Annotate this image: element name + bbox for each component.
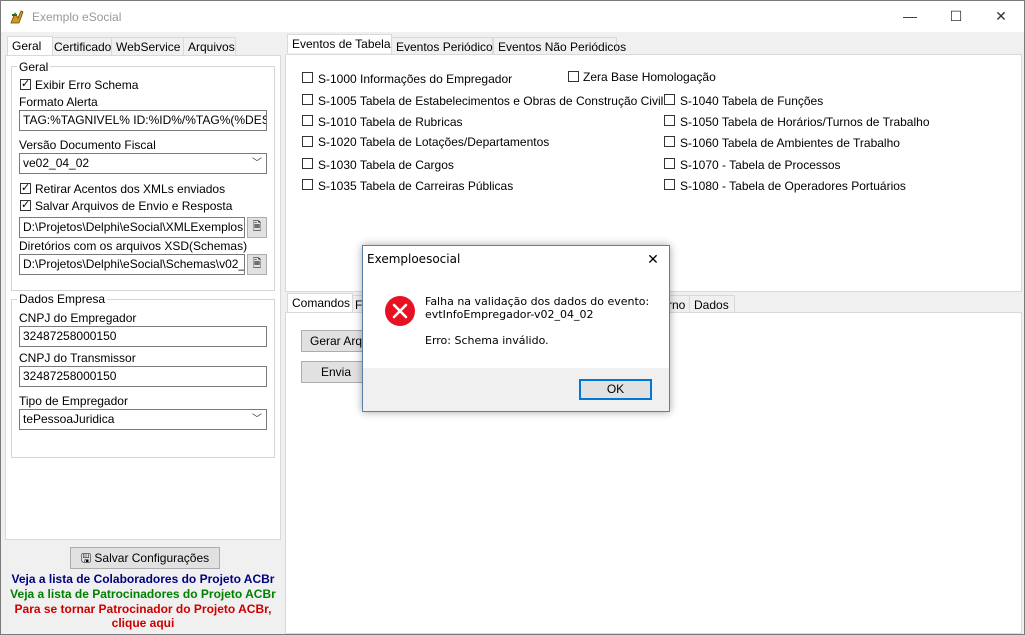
error-icon [385, 296, 415, 326]
enviar-button[interactable]: Envia [301, 361, 371, 383]
formato-alerta-input[interactable]: TAG:%TAGNIVEL% ID:%ID%/%TAG%(%DESCRICAO%… [19, 110, 267, 131]
evento-label-s1000: S-1000 Informações do Empregador [318, 72, 513, 86]
salvar-configuracoes-label: Salvar Configurações [94, 551, 210, 565]
evento-label-s1020: S-1020 Tabela de Lotações/Departamentos [318, 135, 550, 149]
minimize-button[interactable]: — [887, 1, 933, 32]
evento-checkbox-s1050[interactable] [664, 115, 675, 126]
evento-label-s1080: S-1080 - Tabela de Operadores Portuários [680, 179, 906, 193]
exibir-erro-label: Exibir Erro Schema [35, 78, 139, 92]
window-title: Exemplo eSocial [32, 10, 122, 24]
zera-base-label: Zera Base Homologação [583, 70, 716, 84]
evento-checkbox-s1005[interactable] [302, 94, 313, 105]
retirar-acentos-checkbox[interactable] [20, 181, 31, 194]
evento-checkbox-s1035[interactable] [302, 179, 313, 190]
zera-base-checkbox[interactable] [568, 71, 579, 82]
tab-certificado[interactable]: Certificado [49, 37, 114, 56]
tipo-empregador-select[interactable]: tePessoaJuridica ﹀ [19, 409, 267, 430]
dialog-close-button[interactable]: ✕ [643, 249, 663, 269]
salvar-arquivos-label: Salvar Arquivos de Envio e Resposta [35, 199, 233, 213]
tab-eventos-tabela[interactable]: Eventos de Tabela [287, 34, 392, 53]
link-patrocinadores[interactable]: Veja a lista de Patrocinadores do Projet… [5, 587, 281, 601]
formato-alerta-label: Formato Alerta [19, 95, 98, 109]
xsd-browse-button[interactable]: 🗎 [247, 254, 267, 275]
folder-icon: 🗎 [252, 221, 262, 233]
chevron-down-icon: ﹀ [252, 158, 262, 169]
chevron-down-icon: ﹀ [252, 414, 262, 425]
evento-checkbox-s1010[interactable] [302, 115, 313, 126]
path-input[interactable]: D:\Projetos\Delphi\eSocial\XMLExemplos [19, 217, 245, 238]
versao-select[interactable]: ve02_04_02 ﹀ [19, 153, 267, 174]
maximize-icon: ☐ [949, 8, 963, 24]
dialog-title: Exemploesocial [367, 252, 461, 266]
evento-label-s1070: S-1070 - Tabela de Processos [680, 158, 841, 172]
evento-label-s1060: S-1060 Tabela de Ambientes de Trabalho [680, 136, 900, 150]
empresa-group-title: Dados Empresa [17, 292, 108, 306]
evento-label-s1040: S-1040 Tabela de Funções [680, 94, 824, 108]
folder-icon: 🗎 [252, 258, 262, 270]
error-dialog: Exemploesocial ✕ Falha na validação dos … [362, 245, 670, 412]
dialog-message-line-3: Erro: Schema inválido. [425, 334, 549, 347]
link-clique-aqui[interactable]: clique aqui [5, 616, 281, 630]
tab-comandos[interactable]: Comandos [287, 293, 353, 312]
dialog-message-line-2: evtInfoEmpregador-v02_04_02 [425, 308, 594, 321]
tab-arquivos[interactable]: Arquivos [183, 37, 236, 56]
evento-checkbox-s1080[interactable] [664, 179, 675, 190]
tab-geral[interactable]: Geral [7, 36, 53, 55]
cnpj-empregador-label: CNPJ do Empregador [19, 311, 137, 325]
evento-label-s1005: S-1005 Tabela de Estabelecimentos e Obra… [318, 94, 664, 108]
minimize-icon: — [903, 8, 917, 24]
evento-checkbox-s1070[interactable] [664, 158, 675, 169]
close-button[interactable]: ✕ [978, 1, 1024, 32]
save-icon: 🖫 [80, 551, 92, 565]
evento-checkbox-s1040[interactable] [664, 94, 675, 105]
dialog-footer: OK [363, 368, 669, 411]
close-icon: ✕ [647, 251, 659, 267]
versao-label: Versão Documento Fiscal [19, 138, 156, 152]
app-icon [10, 10, 24, 24]
evento-label-s1030: S-1030 Tabela de Cargos [318, 158, 454, 172]
evento-label-s1050: S-1050 Tabela de Horários/Turnos de Trab… [680, 115, 930, 129]
maximize-button[interactable]: ☐ [933, 1, 979, 32]
path-browse-button[interactable]: 🗎 [247, 217, 267, 238]
geral-group-title: Geral [17, 60, 51, 74]
title-bar: Exemplo eSocial — ☐ ✕ [1, 1, 1024, 32]
salvar-arquivos-checkbox[interactable] [20, 198, 31, 211]
link-tornar-patrocinador[interactable]: Para se tornar Patrocinador do Projeto A… [5, 602, 281, 616]
evento-checkbox-s1020[interactable] [302, 136, 313, 147]
cnpj-transmissor-label: CNPJ do Transmissor [19, 351, 136, 365]
cnpj-empregador-input[interactable]: 32487258000150 [19, 326, 267, 347]
evento-checkbox-s1060[interactable] [664, 136, 675, 147]
left-panel: Geral Exibir Erro Schema Formato Alerta … [5, 55, 281, 540]
tipo-empregador-label: Tipo de Empregador [19, 394, 128, 408]
evento-label-s1010: S-1010 Tabela de Rubricas [318, 115, 463, 129]
evento-checkbox-s1000[interactable] [302, 72, 313, 83]
tab-webservice[interactable]: WebService [111, 37, 187, 56]
versao-value: ve02_04_02 [23, 156, 90, 170]
xsd-input[interactable]: D:\Projetos\Delphi\eSocial\Schemas\v02_0… [19, 254, 245, 275]
cnpj-transmissor-input[interactable]: 32487258000150 [19, 366, 267, 387]
close-icon: ✕ [995, 8, 1007, 24]
link-colaboradores[interactable]: Veja a lista de Colaboradores do Projeto… [5, 572, 281, 586]
retirar-acentos-label: Retirar Acentos dos XMLs enviados [35, 182, 226, 196]
dialog-message-line-1: Falha na validação dos dados do evento: [425, 295, 650, 308]
xsd-label: Diretórios com os arquivos XSD(Schemas) [19, 239, 248, 253]
ok-button[interactable]: OK [579, 379, 652, 400]
exibir-erro-checkbox[interactable] [20, 77, 31, 90]
evento-label-s1035: S-1035 Tabela de Carreiras Públicas [318, 179, 514, 193]
gerar-arquivo-button[interactable]: Gerar Arq [301, 330, 371, 352]
salvar-configuracoes-button[interactable]: 🖫 Salvar Configurações [70, 547, 220, 569]
tipo-empregador-value: tePessoaJuridica [23, 412, 115, 426]
main-window: Exemplo eSocial — ☐ ✕ Geral Certificado … [0, 0, 1025, 635]
evento-checkbox-s1030[interactable] [302, 158, 313, 169]
